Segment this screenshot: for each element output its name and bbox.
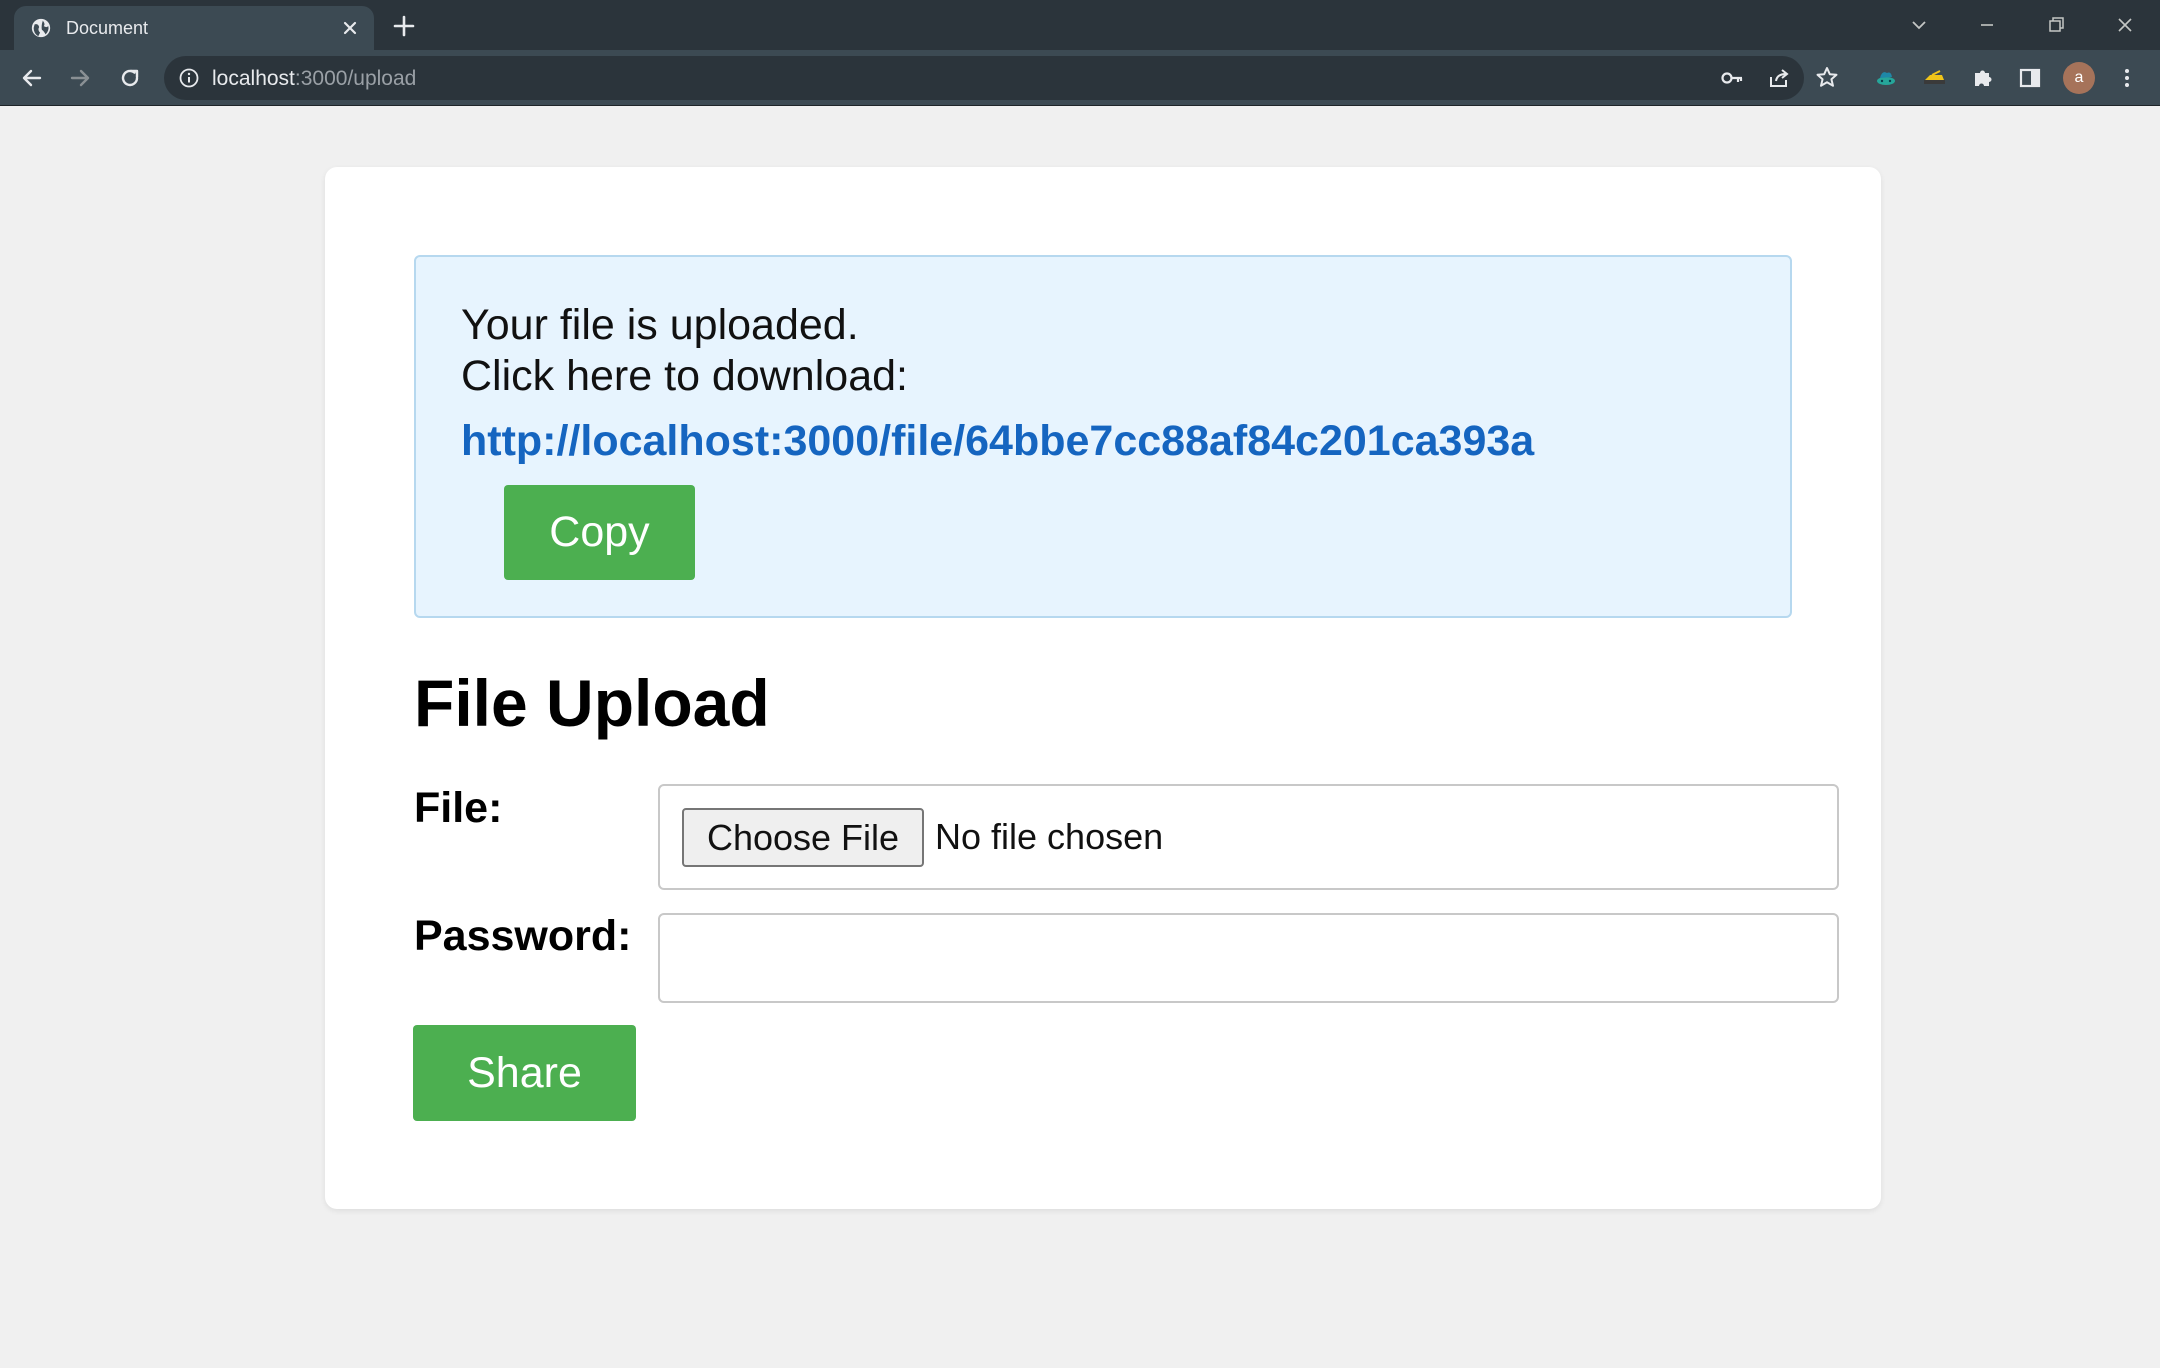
minimize-icon[interactable] <box>1972 10 2002 40</box>
password-label: Password: <box>414 912 632 960</box>
url-path: :3000/upload <box>294 67 417 90</box>
upload-success-notice: Your file is uploaded. Click here to dow… <box>414 255 1792 618</box>
url-text[interactable]: localhost:3000/upload <box>212 67 416 91</box>
address-bar[interactable]: localhost:3000/upload <box>164 56 1804 100</box>
more-menu-icon[interactable] <box>2113 64 2141 92</box>
info-icon[interactable] <box>178 67 200 89</box>
close-icon[interactable] <box>338 16 362 40</box>
extension-tank-icon[interactable] <box>1920 64 1948 92</box>
puzzle-icon[interactable] <box>1969 64 1997 92</box>
reload-icon[interactable] <box>116 64 144 92</box>
file-status-text: No file chosen <box>935 816 1164 857</box>
share-button[interactable]: Share <box>413 1025 636 1121</box>
upload-card: Your file is uploaded. Click here to dow… <box>325 167 1881 1209</box>
file-input[interactable]: Choose File No file chosen <box>658 784 1839 890</box>
new-tab-icon[interactable] <box>390 12 418 40</box>
notice-download-text: Click here to download: <box>461 352 908 400</box>
choose-file-button[interactable]: Choose File <box>682 808 924 867</box>
close-window-icon[interactable] <box>2110 10 2140 40</box>
page-title: File Upload <box>414 666 770 740</box>
file-label: File: <box>414 784 503 832</box>
browser-toolbar: localhost:3000/upload a <box>0 50 2160 106</box>
side-panel-icon[interactable] <box>2016 64 2044 92</box>
star-icon[interactable] <box>1813 64 1841 92</box>
browser-tab[interactable]: Document <box>14 6 374 50</box>
forward-arrow-icon[interactable] <box>66 64 94 92</box>
share-page-icon[interactable] <box>1765 64 1793 92</box>
restore-icon[interactable] <box>2041 10 2071 40</box>
download-link[interactable]: http://localhost:3000/file/64bbe7cc88af8… <box>461 417 1534 466</box>
extension-cloud-icon[interactable] <box>1872 64 1900 92</box>
tab-title: Document <box>66 18 149 38</box>
avatar[interactable]: a <box>2063 62 2095 94</box>
back-arrow-icon[interactable] <box>18 64 46 92</box>
password-field[interactable] <box>658 913 1839 1003</box>
tab-strip: Document <box>0 0 2160 50</box>
url-host: localhost <box>212 67 295 90</box>
chevron-down-icon[interactable] <box>1904 10 1934 40</box>
copy-button[interactable]: Copy <box>504 485 695 580</box>
globe-icon <box>31 18 51 38</box>
key-icon[interactable] <box>1718 64 1746 92</box>
notice-uploaded-text: Your file is uploaded. <box>461 301 859 349</box>
